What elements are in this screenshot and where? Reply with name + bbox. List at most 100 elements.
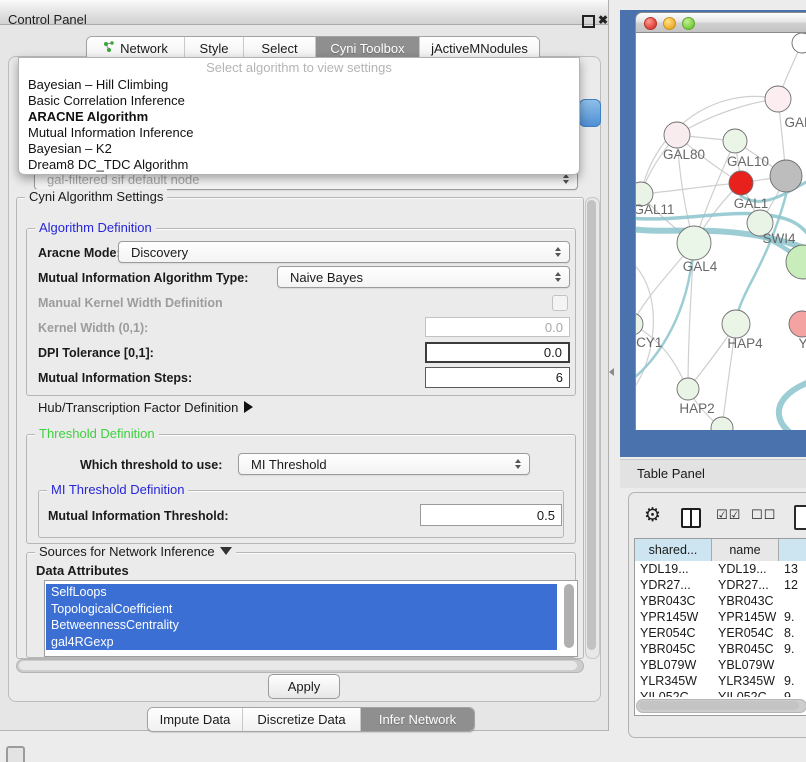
settings-hscrollbar[interactable] [16, 659, 584, 673]
table-row[interactable]: YPR145WYPR145W9. [635, 609, 806, 625]
table-cell[interactable] [779, 657, 806, 673]
minimize-traffic-light-icon[interactable] [663, 17, 676, 30]
table-row[interactable]: YIL052CYIL052C9 [635, 689, 806, 697]
menu-item[interactable]: Dream8 DC_TDC Algorithm [19, 157, 579, 173]
network-node[interactable] [636, 313, 643, 335]
columns-icon[interactable] [681, 508, 701, 528]
table-cell[interactable]: YPR145W [635, 609, 712, 625]
float-window-icon[interactable] [582, 15, 595, 28]
network-node[interactable] [677, 378, 699, 400]
dpi-tolerance-field[interactable]: 0.0 [425, 342, 570, 363]
network-node[interactable] [711, 417, 733, 430]
gear-icon[interactable]: ⚙ [644, 504, 661, 526]
table-cell[interactable]: YDL19... [712, 561, 779, 577]
tab-impute-data[interactable]: Impute Data [148, 708, 243, 731]
collapsed-arrow-icon [244, 401, 253, 413]
table-row[interactable]: YLR345WYLR345W9. [635, 673, 806, 689]
table-cell[interactable]: YDR27... [635, 577, 712, 593]
table-cell[interactable]: 13 [779, 561, 806, 577]
table-cell[interactable]: YBR043C [712, 593, 779, 609]
table-cell[interactable]: YIL052C [635, 689, 712, 697]
which-threshold-combobox[interactable]: MI Threshold [238, 453, 530, 475]
table-cell[interactable]: YPR145W [712, 609, 779, 625]
table-row[interactable]: YDR27...YDR27...12 [635, 577, 806, 593]
hub-section-toggle[interactable]: Hub/Transcription Factor Definition [38, 400, 253, 415]
tab-discretize-data[interactable]: Discretize Data [243, 708, 361, 731]
table-row[interactable]: YBL079WYBL079W [635, 657, 806, 673]
menu-item[interactable]: Bayesian – K2 [19, 141, 579, 157]
menu-item[interactable]: Basic Correlation Inference [19, 93, 579, 109]
deselect-all-checkboxes-icon[interactable]: ☐☐ [751, 508, 776, 523]
table-cell[interactable]: YLR345W [635, 673, 712, 689]
network-node[interactable] [792, 33, 806, 53]
table-cell[interactable]: 9. [779, 673, 806, 689]
mi-steps-field[interactable]: 6 [425, 367, 570, 388]
algorithm-dropdown-placeholder: Select algorithm to view settings [19, 59, 579, 77]
table-cell[interactable]: 9 [779, 689, 806, 697]
network-node[interactable] [723, 129, 747, 153]
column-header-partial[interactable] [779, 539, 806, 561]
list-item[interactable]: SelfLoops [46, 584, 557, 601]
table-cell[interactable]: 9. [779, 609, 806, 625]
table-cell[interactable]: YLR345W [712, 673, 779, 689]
menu-item[interactable]: Mutual Information Inference [19, 125, 579, 141]
new-table-icon[interactable] [794, 505, 806, 530]
column-header-name[interactable]: name [712, 539, 779, 561]
mi-threshold-field[interactable]: 0.5 [420, 504, 562, 526]
table-row[interactable]: YDL19...YDL19...13 [635, 561, 806, 577]
table-cell[interactable]: YER054C [635, 625, 712, 641]
table-cell[interactable]: 9. [779, 641, 806, 657]
table-cell[interactable]: YBR043C [635, 593, 712, 609]
minimized-panel-icon[interactable] [6, 746, 25, 762]
screen: Control Panel ✖ Network Style Select C [0, 0, 806, 762]
table-cell[interactable]: YER054C [712, 625, 779, 641]
network-node[interactable] [770, 160, 802, 192]
network-node[interactable] [729, 171, 753, 195]
splitpane-collapse-icon[interactable] [609, 368, 614, 376]
table-cell[interactable]: YIL052C [712, 689, 779, 697]
control-panel-titlebar[interactable] [0, 0, 608, 25]
table-row[interactable]: YER054CYER054C8. [635, 625, 806, 641]
table-cell[interactable]: YBR045C [712, 641, 779, 657]
kernel-width-field[interactable]: 0.0 [425, 317, 570, 337]
combo-arrows-icon [555, 247, 561, 257]
sources-title[interactable]: Sources for Network Inference [35, 544, 236, 559]
network-node[interactable] [789, 311, 806, 337]
table-cell[interactable]: 12 [779, 577, 806, 593]
table-cell[interactable]: YBL079W [635, 657, 712, 673]
zoom-traffic-light-icon[interactable] [682, 17, 695, 30]
select-all-checkboxes-icon[interactable]: ☑☑ [716, 508, 741, 523]
table-cell[interactable]: YBR045C [635, 641, 712, 657]
close-icon[interactable]: ✖ [598, 13, 608, 27]
manual-kernel-checkbox[interactable] [552, 295, 568, 311]
table-cell[interactable]: YDR27... [712, 577, 779, 593]
table-row[interactable]: YBR043CYBR043C [635, 593, 806, 609]
list-item[interactable]: TopologicalCoefficient [46, 601, 557, 618]
close-traffic-light-icon[interactable] [644, 17, 657, 30]
network-node[interactable] [664, 122, 690, 148]
settings-vscrollbar[interactable] [585, 197, 600, 659]
aracne-mode-combobox[interactable]: Discovery [118, 241, 570, 263]
column-header-shared-name[interactable]: shared... [635, 539, 712, 561]
list-item[interactable]: BetweennessCentrality [46, 617, 557, 634]
tab-infer-network[interactable]: Infer Network [361, 708, 474, 731]
list-item[interactable]: gal4RGexp [46, 634, 557, 651]
table-cell[interactable] [779, 593, 806, 609]
mi-type-combobox[interactable]: Naive Bayes [277, 266, 570, 288]
table-cell[interactable]: YBL079W [712, 657, 779, 673]
list-scrollbar-thumb[interactable] [564, 584, 574, 648]
network-node[interactable] [677, 226, 711, 260]
data-attributes-list[interactable]: SelfLoops TopologicalCoefficient Between… [44, 580, 578, 657]
menu-item[interactable]: Bayesian – Hill Climbing [19, 77, 579, 93]
menu-item[interactable]: ARACNE Algorithm [19, 109, 579, 125]
network-window-titlebar[interactable] [635, 12, 806, 33]
table-row[interactable]: YBR045CYBR045C9. [635, 641, 806, 657]
table-cell[interactable]: YDL19... [635, 561, 712, 577]
network-node[interactable] [722, 310, 750, 338]
apply-button[interactable]: Apply [268, 674, 340, 699]
focused-combo-spinner-fragment[interactable] [579, 99, 601, 127]
table-hscrollbar[interactable] [636, 699, 806, 713]
network-node[interactable] [765, 86, 791, 112]
table-cell[interactable]: 8. [779, 625, 806, 641]
network-canvas[interactable]: GALGAL80GAL10GAL1GAL11SWI4GAL4GCY1HAP4YH… [635, 33, 806, 430]
